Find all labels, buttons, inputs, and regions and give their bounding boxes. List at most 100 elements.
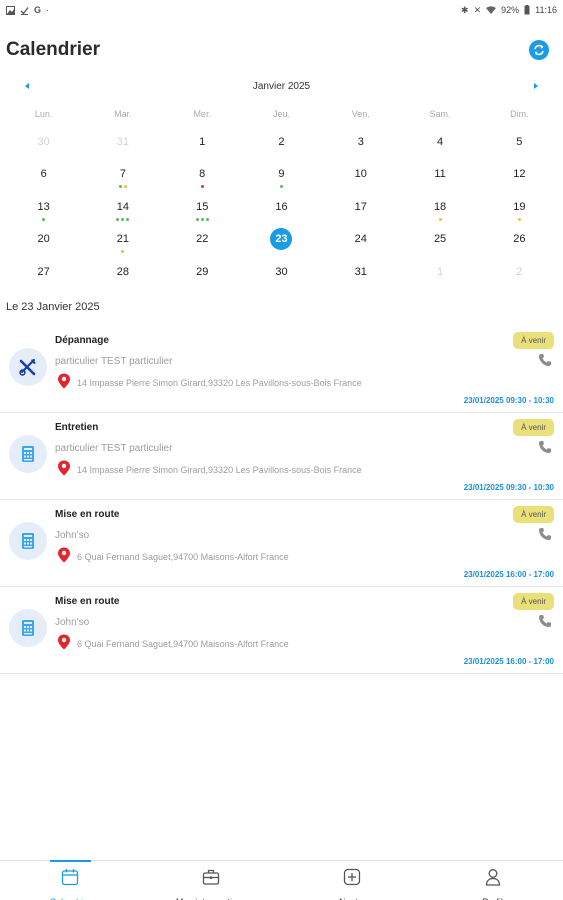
calendar-day[interactable]: 29 bbox=[163, 258, 242, 290]
calendar-day[interactable]: 24 bbox=[321, 225, 400, 257]
event-dot bbox=[116, 217, 120, 221]
calendar-day[interactable]: 11 bbox=[400, 160, 479, 192]
nav-ajouter[interactable]: Ajouter bbox=[282, 861, 423, 900]
battery-icon bbox=[524, 5, 530, 15]
phone-icon[interactable] bbox=[538, 527, 552, 541]
battery-percent: 92% bbox=[501, 5, 520, 15]
event-dots bbox=[480, 217, 559, 221]
status-badge: À venir bbox=[513, 332, 554, 349]
clock: 11:16 bbox=[535, 5, 557, 15]
event-dots bbox=[400, 217, 479, 221]
phone-icon[interactable] bbox=[538, 614, 552, 628]
calendar-day[interactable]: 26 bbox=[480, 225, 559, 257]
calendar-day[interactable]: 28 bbox=[83, 258, 162, 290]
day-number: 24 bbox=[354, 233, 367, 246]
weekday-label: Lun. bbox=[34, 109, 53, 119]
next-month-icon[interactable] bbox=[531, 81, 541, 91]
nav-profil[interactable]: Profil bbox=[422, 861, 563, 900]
calendar-day[interactable]: 9 bbox=[242, 160, 321, 192]
event-address: 6 Quai Fernand Saguet,94700 Maisons-Alfo… bbox=[77, 552, 289, 562]
day-number: 30 bbox=[37, 136, 50, 148]
calendar-day[interactable]: 21 bbox=[83, 225, 162, 257]
calendar-day[interactable]: 31 bbox=[83, 128, 162, 160]
calendar-day[interactable]: 17 bbox=[321, 193, 400, 225]
sync-icon bbox=[534, 44, 544, 56]
event-time: 23/01/2025 09:30 - 10:30 bbox=[463, 483, 554, 492]
calendar-day[interactable]: 12 bbox=[480, 160, 559, 192]
event-dot bbox=[126, 217, 130, 221]
day-number: 31 bbox=[354, 265, 367, 278]
calendar-day[interactable]: 2 bbox=[242, 128, 321, 160]
event-dots bbox=[83, 217, 162, 221]
weekday-label: Ven. bbox=[351, 109, 370, 119]
event-dots bbox=[242, 185, 321, 189]
nav-calendrier[interactable]: Calendrier bbox=[0, 860, 141, 900]
calendar-day[interactable]: 8 bbox=[163, 160, 242, 192]
calendar-day[interactable]: 1 bbox=[163, 128, 242, 160]
event-client: John'so bbox=[55, 530, 90, 541]
calendar-day[interactable]: 30 bbox=[242, 258, 321, 290]
calendar-day[interactable]: 5 bbox=[480, 128, 559, 160]
event-dot bbox=[279, 185, 283, 189]
calendar-day-selected[interactable]: 23 bbox=[242, 225, 321, 257]
day-number: 4 bbox=[437, 136, 444, 148]
weekday-label: Sam. bbox=[429, 109, 451, 119]
calendar-day[interactable]: 10 bbox=[321, 160, 400, 192]
event-title: Dépannage bbox=[55, 335, 109, 346]
calendar-day[interactable]: 7 bbox=[83, 160, 162, 192]
calendar-day[interactable]: 27 bbox=[4, 258, 83, 290]
calendar-day[interactable]: 1 bbox=[400, 258, 479, 290]
event-card[interactable]: Mise en route John'so 6 Quai Fernand Sague… bbox=[0, 500, 563, 587]
status-badge: À venir bbox=[513, 419, 554, 436]
calendar-day[interactable]: 15 bbox=[163, 193, 242, 225]
event-address: 14 Impasse Pierre Simon Girard,93320 Les… bbox=[77, 378, 362, 388]
status-badge: À venir bbox=[513, 506, 554, 523]
day-number: 3 bbox=[357, 136, 364, 148]
calendar-day[interactable]: 4 bbox=[400, 128, 479, 160]
calendar-day[interactable]: 2 bbox=[480, 258, 559, 290]
calendar-day[interactable]: 22 bbox=[163, 225, 242, 257]
event-card[interactable]: Entretien particulier TEST particulier 14 … bbox=[0, 413, 563, 500]
tools-icon bbox=[19, 358, 36, 376]
mute-icon: ✕ bbox=[473, 4, 482, 15]
calendar-day[interactable]: 6 bbox=[4, 160, 83, 192]
event-dot bbox=[200, 185, 204, 189]
google-icon: G bbox=[34, 5, 42, 15]
calendar-day[interactable]: 16 bbox=[242, 193, 321, 225]
appliance-icon bbox=[22, 533, 34, 549]
phone-icon[interactable] bbox=[538, 353, 552, 367]
day-number: 26 bbox=[513, 233, 526, 246]
calendar-day[interactable]: 31 bbox=[321, 258, 400, 290]
event-dots bbox=[4, 217, 83, 221]
event-dot bbox=[195, 217, 199, 221]
event-dot bbox=[123, 185, 127, 189]
calendar-day[interactable]: 19 bbox=[480, 193, 559, 225]
dot-icon: · bbox=[46, 5, 50, 15]
phone-icon[interactable] bbox=[538, 440, 552, 454]
day-number: 8 bbox=[199, 168, 206, 181]
page-title: Calendrier bbox=[6, 39, 100, 60]
calendar-day[interactable]: 14 bbox=[83, 193, 162, 225]
event-card[interactable]: Dépannage particulier TEST particulier 14 … bbox=[0, 326, 563, 413]
event-client: particulier TEST particulier bbox=[55, 443, 173, 454]
briefcase-icon bbox=[202, 868, 220, 891]
calendar-day[interactable]: 13 bbox=[4, 193, 83, 225]
calendar-day[interactable]: 18 bbox=[400, 193, 479, 225]
event-card[interactable]: Mise en route John'so 6 Quai Fernand Sague… bbox=[0, 587, 563, 674]
day-number: 22 bbox=[196, 233, 209, 246]
day-number: 14 bbox=[116, 200, 130, 213]
sync-button[interactable] bbox=[529, 40, 549, 60]
day-number: 7 bbox=[119, 168, 126, 181]
nav-mes-interventions[interactable]: Mes interventions bbox=[141, 861, 282, 900]
day-number: 5 bbox=[516, 136, 523, 148]
location-pin-icon bbox=[57, 373, 71, 389]
calendar-day[interactable]: 25 bbox=[400, 225, 479, 257]
event-address: 14 Impasse Pierre Simon Girard,93320 Les… bbox=[77, 465, 362, 475]
calendar-icon bbox=[61, 868, 79, 891]
calendar-day[interactable]: 3 bbox=[321, 128, 400, 160]
day-number: 2 bbox=[516, 265, 523, 278]
event-dot bbox=[205, 217, 209, 221]
calendar-day[interactable]: 20 bbox=[4, 225, 83, 257]
status-bar: G · ✱ ✕ 92% 11:16 bbox=[0, 0, 563, 20]
calendar-day[interactable]: 30 bbox=[4, 128, 83, 160]
